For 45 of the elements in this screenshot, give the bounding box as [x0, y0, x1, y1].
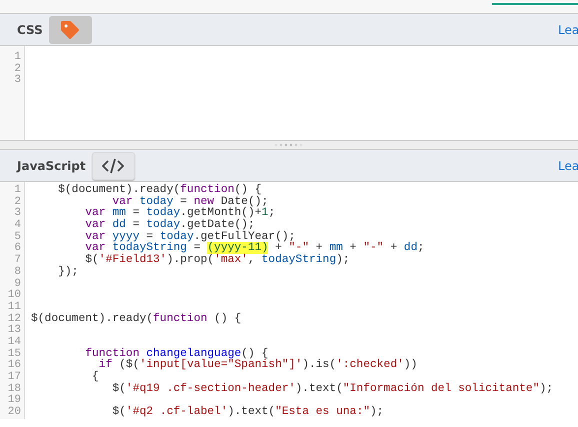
line-number: 18 — [6, 384, 21, 395]
code-line: { — [91, 371, 99, 383]
code-line: $(document).ready(function() { — [57, 184, 262, 196]
panel-title: CSS — [17, 22, 43, 38]
preprocessor-button[interactable] — [48, 16, 92, 44]
line-number: 13 — [6, 325, 21, 336]
line-number: 16 — [6, 360, 21, 372]
code-line: function changelanguage() { — [84, 348, 268, 360]
code-line: $('#q19 .cf-section-header').text("Información del solicitante"); — [111, 382, 554, 395]
line-number: 1 — [13, 185, 21, 196]
line-number: 3 — [13, 208, 21, 220]
code-line: var yyyy = today.getFullYear(); — [84, 230, 296, 243]
line-number: 10 — [6, 290, 21, 302]
code-line: if ($('input[value="Spanish"]').is(':checked')) — [98, 359, 418, 372]
learn-link[interactable]: Lea — [558, 20, 578, 38]
code-line: var dd = today.getDate(); — [84, 219, 255, 232]
panel-title: JavaScript — [17, 158, 86, 174]
code-line: $(document).ready(function () { — [31, 312, 242, 325]
line-number: 2 — [13, 196, 21, 208]
line-number: 1 — [13, 52, 21, 64]
line-number: 15 — [6, 348, 21, 360]
line-number: 17 — [6, 372, 21, 384]
learn-link[interactable]: Lea — [558, 156, 578, 174]
line-number: 8 — [13, 266, 21, 278]
code-line: var today = new Date(); — [111, 196, 268, 208]
line-number: 20 — [6, 407, 21, 419]
line-number: 6 — [13, 243, 21, 254]
code-line: }); — [57, 266, 78, 278]
line-number: 11 — [6, 302, 21, 314]
line-number: 2 — [13, 64, 21, 75]
line-number: 3 — [13, 75, 21, 88]
code-mode-button[interactable] — [92, 152, 135, 180]
line-number: 14 — [6, 336, 21, 348]
line-number: 19 — [6, 395, 21, 406]
code-line: var todayString = (yyyy-11) + "-" + mm + "-" + dd; — [84, 242, 424, 254]
tag-icon — [60, 20, 80, 40]
line-number: 12 — [6, 314, 21, 325]
code-line: $('#q2 .cf-label').text("Esta es una:"); — [111, 406, 384, 418]
code-line: $('#Field13').prop('max', todayString); — [84, 254, 350, 266]
code-icon — [102, 158, 124, 174]
code-line: var mm = today.getMonth()+1; — [84, 207, 276, 220]
line-number: 4 — [13, 220, 21, 232]
line-number: 5 — [13, 232, 21, 243]
line-number: 9 — [13, 278, 21, 290]
line-number: 7 — [13, 255, 21, 266]
